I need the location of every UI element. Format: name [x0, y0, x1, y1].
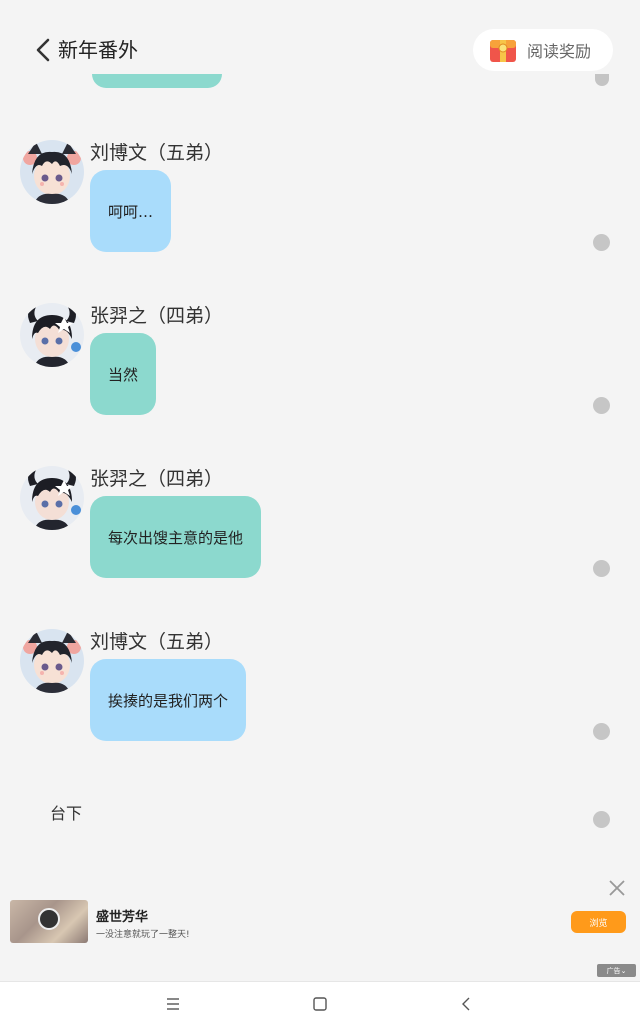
- status-dot: [593, 811, 610, 828]
- status-dot: [593, 560, 610, 577]
- ad-browse-button[interactable]: 浏览: [571, 911, 626, 933]
- top-bar: 新年番外 阅读奖励: [0, 0, 640, 100]
- sender-name: 张羿之（四弟）: [90, 305, 224, 327]
- message-bubble: 每次出馊主意的是他: [90, 496, 262, 578]
- status-dot: [593, 397, 610, 414]
- status-dot: [593, 723, 610, 740]
- narration-text: 台下: [50, 804, 83, 823]
- cat-ear-boy-avatar[interactable]: [20, 629, 84, 693]
- message-bubble: 呵呵…: [90, 170, 172, 252]
- ad-badge: 广告 ⌄: [597, 964, 636, 977]
- ad-thumbnail[interactable]: [10, 900, 88, 943]
- cat-ear-boy-avatar[interactable]: [20, 140, 84, 204]
- message-bubble: 挨揍的是我们两个: [90, 659, 247, 741]
- game-logo-icon: [38, 908, 60, 930]
- reading-reward-label: 阅读奖励: [527, 42, 592, 61]
- ad-badge-label: 广告: [606, 966, 621, 975]
- chevron-left-icon[interactable]: [34, 38, 54, 62]
- close-icon[interactable]: [607, 878, 627, 898]
- reading-reward-button[interactable]: 阅读奖励: [473, 29, 613, 71]
- sender-name: 刘博文（五弟）: [90, 142, 224, 164]
- ad-title: 盛世芳华: [96, 910, 149, 925]
- sender-name: 张羿之（四弟）: [90, 468, 224, 490]
- previous-message-bubble: [92, 74, 222, 88]
- gift-box-icon: [490, 40, 516, 62]
- horned-boy-avatar[interactable]: [20, 466, 84, 530]
- ad-description: 一没注意就玩了一整天!: [96, 930, 190, 940]
- horned-boy-avatar[interactable]: [20, 303, 84, 367]
- status-dot: [593, 234, 610, 251]
- page-title: 新年番外: [58, 38, 138, 62]
- menu-icon[interactable]: [163, 994, 183, 1014]
- system-nav-bar: [0, 981, 640, 1024]
- sender-name: 刘博文（五弟）: [90, 631, 224, 653]
- message-bubble: 当然: [90, 333, 157, 415]
- chevron-down-icon: ⌄: [620, 966, 627, 975]
- home-square-icon[interactable]: [310, 994, 330, 1014]
- ad-banner[interactable]: 盛世芳华 一没注意就玩了一整天! 浏览 广告 ⌄: [0, 874, 640, 977]
- back-triangle-icon[interactable]: [457, 994, 477, 1014]
